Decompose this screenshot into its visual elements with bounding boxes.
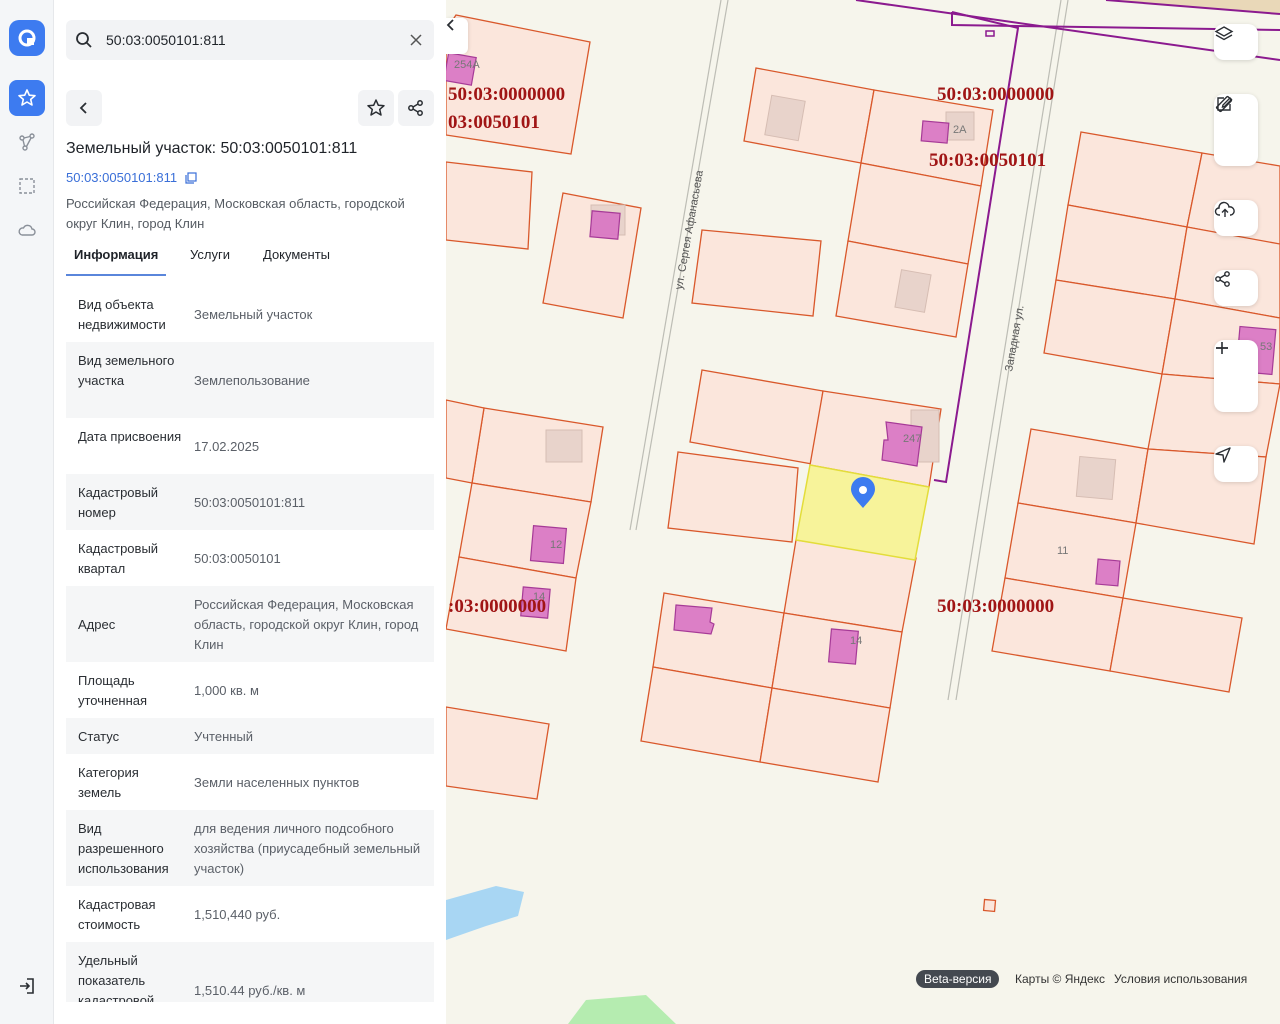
cadastral-link[interactable]: 50:03:0050101:811 <box>66 170 197 187</box>
quarter-label: 03:0050101 <box>448 112 540 133</box>
green-area <box>568 995 676 1024</box>
row-label: Вид объекта недвижимости <box>78 297 166 332</box>
table-row: Вид объекта недвижимости Земельный участ… <box>66 286 434 342</box>
map-canvas[interactable]: 50:03:0000000 03:0050101 50:03:0000000 5… <box>446 0 1280 1024</box>
copy-icon[interactable] <box>185 172 197 187</box>
row-value: 50:03:0050101 <box>194 551 281 566</box>
quarter-label: 50:03:0000000 <box>448 84 565 105</box>
app-logo[interactable] <box>9 20 45 56</box>
cloud-upload-icon[interactable] <box>1214 200 1258 236</box>
edit-icon[interactable] <box>1214 97 1258 166</box>
house-number: 14 <box>850 635 862 647</box>
boundary-marker <box>985 30 995 37</box>
house-number: 254А <box>454 59 480 71</box>
row-value: Земли населенных пунктов <box>194 775 360 790</box>
favorite-star-button[interactable] <box>358 90 394 126</box>
page-title: Земельный участок: 50:03:0050101:811 <box>66 140 358 157</box>
cloud-icon[interactable] <box>9 212 45 248</box>
map-share-button[interactable] <box>1214 270 1258 306</box>
info-table: Вид объекта недвижимости Земельный участ… <box>66 286 434 1002</box>
parcels-layer <box>446 14 1280 800</box>
row-label: Кадастровый квартал <box>78 541 159 576</box>
table-row: Дата присвоения 17.02.2025 <box>66 418 434 474</box>
tab-information[interactable]: Информация <box>66 240 167 276</box>
water-body <box>446 886 524 940</box>
upload-button[interactable] <box>1214 200 1258 236</box>
table-row: Удельный показатель кадастровой 1,510.44… <box>66 942 434 1002</box>
zoom-group <box>1214 340 1258 412</box>
quarter-label: 50:03:0000000 <box>937 84 1054 105</box>
search-box[interactable]: 50:03:0050101:811 <box>66 20 434 60</box>
table-row: Вид земельного участка Землепользование <box>66 342 434 418</box>
row-value: Земельный участок <box>194 307 313 322</box>
area-select-icon[interactable] <box>9 168 45 204</box>
row-value: 1,000 кв. м <box>194 683 259 698</box>
row-value: 1,510.44 руб./кв. м <box>194 983 306 998</box>
row-value: 50:03:0050101:811 <box>194 495 306 510</box>
locate-button[interactable] <box>1214 446 1258 482</box>
tab-documents[interactable]: Документы <box>263 240 330 276</box>
row-value: Учтенный <box>194 729 254 744</box>
table-row: Категория земель Земли населенных пункто… <box>66 754 434 810</box>
search-input[interactable]: 50:03:0050101:811 <box>106 32 226 48</box>
tab-services[interactable]: Услуги <box>190 240 230 276</box>
small-parcel <box>982 898 997 913</box>
share-icon[interactable] <box>1214 270 1258 306</box>
cadastral-link-text[interactable]: 50:03:0050101:811 <box>66 170 177 185</box>
table-row: Площадь уточненная 1,000 кв. м <box>66 662 434 718</box>
table-row: Адрес Российская Федерация, Московская о… <box>66 586 434 662</box>
house-number: 53 <box>1260 341 1272 353</box>
row-value: Землепользование <box>194 373 310 388</box>
table-row: Кадастровый квартал 50:03:0050101 <box>66 530 434 586</box>
row-label: Категория земель <box>78 765 139 800</box>
house-number: 12 <box>550 539 562 551</box>
house-number: 247 <box>903 433 921 445</box>
object-address: Российская Федерация, Московская область… <box>66 196 405 231</box>
row-label: Кадастровый номер <box>78 485 159 520</box>
house-number: 11 <box>1057 545 1068 557</box>
logout-icon[interactable] <box>9 968 45 1004</box>
house-number: 14 <box>533 591 545 603</box>
table-row: Вид разрешенного использования для веден… <box>66 810 434 886</box>
navigation-arrow-icon[interactable] <box>1214 446 1258 482</box>
info-panel: 50:03:0050101:811 Земельный участок: 50:… <box>54 0 446 1024</box>
graph-icon[interactable] <box>9 124 45 160</box>
row-label: Удельный показатель кадастровой <box>78 953 155 1002</box>
search-icon <box>74 30 94 50</box>
tools-group <box>1214 94 1258 166</box>
table-row: Кадастровая стоимость 1,510,440 руб. <box>66 886 434 942</box>
quarter-label: 50:03:0050101 <box>929 150 1046 171</box>
back-button[interactable] <box>66 90 102 126</box>
layers-icon[interactable] <box>1214 24 1258 60</box>
row-label: Вид земельного участка <box>78 353 175 388</box>
map-view[interactable]: 50:03:0000000 03:0050101 50:03:0000000 5… <box>446 0 1280 1024</box>
row-label: Статус <box>78 729 120 744</box>
row-label: Дата присвоения <box>78 429 182 444</box>
row-value: 17.02.2025 <box>194 439 260 454</box>
row-label: Площадь уточненная <box>78 673 148 708</box>
row-value: Российская Федерация, Московская область… <box>194 597 419 652</box>
quarter-label: 50:03:0000000 <box>937 596 1054 617</box>
left-rail <box>0 0 54 1024</box>
row-value: 1,510,440 руб. <box>194 907 281 922</box>
row-value: для ведения личного подсобного хозяйства… <box>194 821 421 876</box>
row-label: Кадастровая стоимость <box>78 897 156 932</box>
layers-button[interactable] <box>1214 24 1258 60</box>
row-label: Вид разрешенного использования <box>78 821 169 876</box>
table-row: Кадастровый номер 50:03:0050101:811 <box>66 474 434 530</box>
map-attribution[interactable]: Карты © Яндекс <box>1015 972 1105 986</box>
beta-badge: Beta-версия <box>916 970 1000 988</box>
zoom-out-icon[interactable] <box>1214 347 1258 412</box>
house-number: 2А <box>953 124 967 136</box>
table-row: Статус Учтенный <box>66 718 434 754</box>
share-icon[interactable] <box>398 90 434 126</box>
favorites-star-icon[interactable] <box>9 80 45 116</box>
terms-link[interactable]: Условия использования <box>1114 972 1247 986</box>
clear-icon[interactable] <box>408 32 424 48</box>
quarter-label: :03:0000000 <box>448 596 546 617</box>
collapse-panel-button[interactable] <box>446 18 468 54</box>
row-label: Адрес <box>78 617 116 632</box>
